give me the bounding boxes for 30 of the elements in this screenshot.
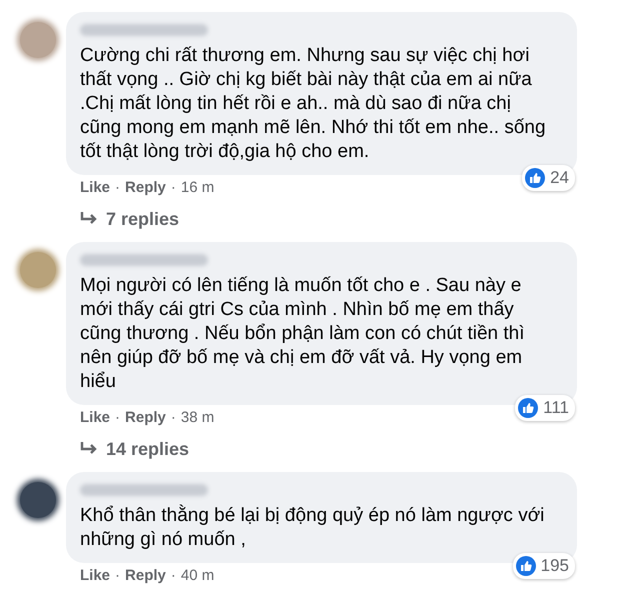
comment-text: Cường chi rất thương em. Nhưng sau sự việc chị hơi thất vọng .. Giờ chị kg biết bài này thật của em ai nữa .Chị mất lòng tin hết rồi e ah.. mà dù sao đi nữa chị cũng mong em mạnh mẽ lên. Nhớ thi tốt em nhe.. sống tốt thật lòng trời độ,gia hộ cho em. bbox=[80, 44, 547, 164]
comment-action-link[interactable]: Like bbox=[80, 409, 110, 427]
like-count: 24 bbox=[550, 168, 569, 188]
like-count-badge[interactable]: 111 bbox=[515, 395, 575, 421]
separator-dot: · bbox=[115, 179, 120, 197]
avatar[interactable] bbox=[20, 482, 56, 518]
comment-text: Khổ thân thằng bé lại bị động quỷ ép nó làm ngược với những gì nó muốn , bbox=[80, 504, 546, 552]
comment-action-link[interactable]: Reply bbox=[125, 179, 166, 197]
like-count-badge[interactable]: 24 bbox=[522, 165, 575, 191]
comment-time: 40 m bbox=[180, 567, 214, 585]
comment-action-link[interactable]: Like bbox=[80, 567, 110, 585]
separator-dot: · bbox=[170, 409, 176, 427]
view-replies-link[interactable]: 14 replies bbox=[106, 439, 190, 459]
separator-dot: · bbox=[170, 567, 176, 585]
separator-dot: · bbox=[115, 409, 120, 427]
comment-action-link[interactable]: Like bbox=[80, 179, 110, 197]
comment-action-link[interactable]: Reply bbox=[125, 567, 166, 585]
view-replies-link[interactable]: 7 replies bbox=[106, 209, 180, 229]
thumbs-up-icon bbox=[525, 168, 546, 188]
comment-action-link[interactable]: Reply bbox=[125, 409, 166, 427]
comment-time: 38 m bbox=[180, 409, 214, 427]
comment-text: Mọi người có lên tiếng là muốn tốt cho e . Sau này e mới thấy cái gtri Cs của mình . Nhìn bố mẹ em thấy cũng thương . Nếu bổn phận làm con có chút tiền thì nên giúp đỡ bố mẹ và chị em đỡ vất vả. Hy vọng em hiểu bbox=[80, 274, 526, 394]
separator-dot: · bbox=[170, 179, 176, 197]
comment-time: 16 m bbox=[180, 179, 214, 197]
like-count: 111 bbox=[543, 398, 569, 418]
thumbs-up-icon bbox=[516, 556, 536, 576]
thumbs-up-icon bbox=[518, 398, 538, 418]
like-count: 195 bbox=[540, 556, 569, 576]
like-count-badge[interactable]: 195 bbox=[512, 553, 575, 579]
separator-dot: · bbox=[115, 567, 120, 585]
